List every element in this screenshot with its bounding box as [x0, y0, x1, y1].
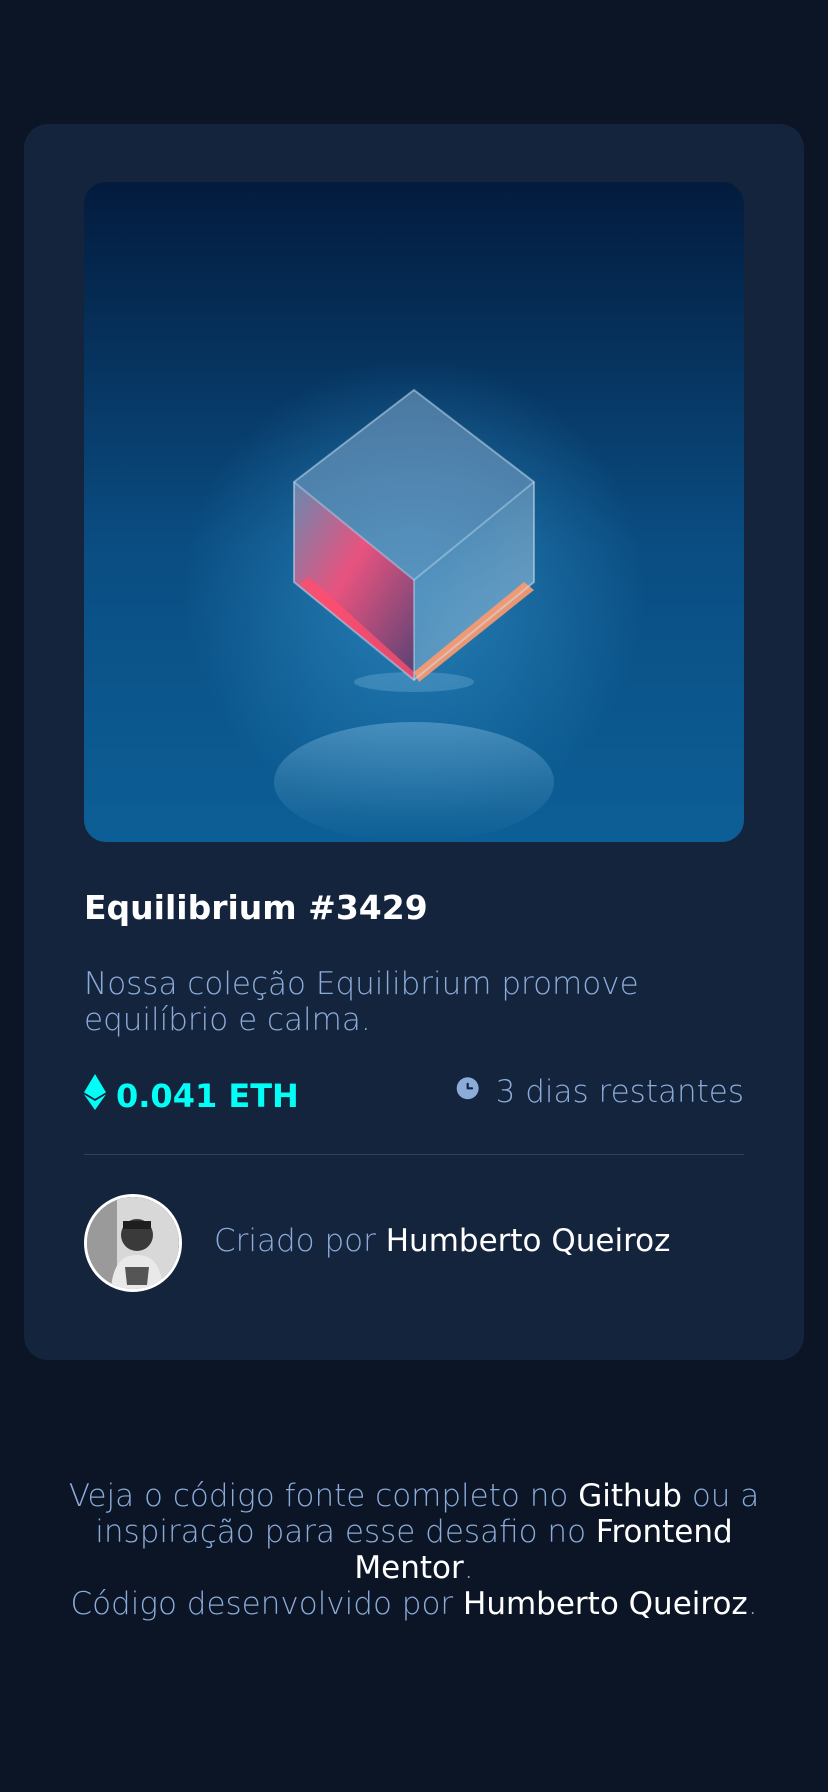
- ethereum-icon: [84, 1074, 106, 1118]
- divider: [84, 1154, 744, 1155]
- price-info: 0.041 ETH: [84, 1074, 299, 1118]
- nft-title[interactable]: Equilibrium #3429: [84, 888, 428, 927]
- github-link[interactable]: Github: [578, 1478, 682, 1514]
- author-link[interactable]: Humberto Queiroz: [463, 1586, 748, 1622]
- price-value: 0.041 ETH: [116, 1077, 299, 1115]
- time-left-info: 3 dias restantes: [454, 1074, 744, 1110]
- attribution-period-1: .: [463, 1550, 474, 1586]
- nft-image[interactable]: [84, 182, 744, 842]
- creator-info: Criado por Humberto Queiroz: [214, 1223, 670, 1259]
- attribution: Veja o código fonte completo no Github o…: [40, 1478, 788, 1622]
- creator-name-link[interactable]: Humberto Queiroz: [386, 1223, 671, 1259]
- attribution-text-3: Código desenvolvido por: [70, 1586, 454, 1622]
- time-left-value: 3 dias restantes: [495, 1074, 744, 1110]
- equilibrium-cube-image: [84, 182, 744, 842]
- clock-icon: [454, 1074, 482, 1110]
- creator-avatar: [84, 1194, 182, 1292]
- nft-description: Nossa coleção Equilibrium promove equilí…: [84, 966, 639, 1038]
- attribution-period-2: .: [747, 1586, 758, 1622]
- creator-prefix: Criado por: [214, 1223, 376, 1259]
- nft-stats: 0.041 ETH 3 dias restantes: [84, 1074, 744, 1118]
- attribution-text-1: Veja o código fonte completo no: [68, 1478, 569, 1514]
- nft-card: Equilibrium #3429 Nossa coleção Equilibr…: [24, 124, 804, 1360]
